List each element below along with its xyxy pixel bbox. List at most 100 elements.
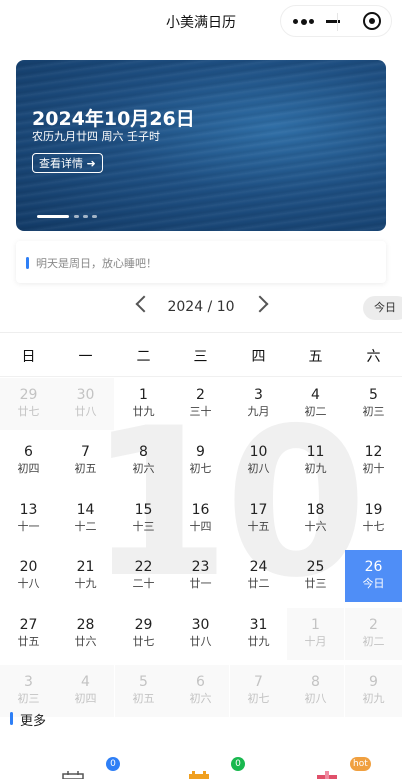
lunar-date: 十四 (189, 520, 212, 533)
calendar-day[interactable]: 24 廿二 (230, 550, 287, 602)
calendar-day[interactable]: 11 初九 (287, 435, 344, 487)
day-number: 4 (81, 674, 90, 690)
weekday-label: 三 (193, 349, 208, 365)
lunar-date: 廿八 (189, 635, 212, 648)
lunar-date: 九月 (247, 405, 270, 418)
calendar-day[interactable]: 10 初八 (230, 435, 287, 487)
calendar-day[interactable]: 30 廿八 (172, 608, 229, 660)
calendar-day[interactable]: 18 十六 (287, 493, 344, 545)
calendar-day[interactable]: 31 廿九 (230, 608, 287, 660)
year-month-label[interactable]: 2024 / 10 (0, 299, 402, 315)
calendar-day[interactable]: 25 廿三 (287, 550, 344, 602)
day-number: 1 (139, 387, 148, 403)
day-number: 11 (306, 444, 325, 460)
calendar-day[interactable]: 15 十三 (115, 493, 172, 545)
calendar-day[interactable]: 6 初六 (172, 665, 229, 717)
day-number: 3 (24, 674, 33, 690)
more-icon[interactable] (293, 18, 314, 25)
day-number: 23 (191, 559, 210, 575)
calendar-day[interactable]: 16 十四 (172, 493, 229, 545)
day-number: 2 (196, 387, 205, 403)
calendar-day[interactable]: 23 廿一 (172, 550, 229, 602)
close-icon[interactable] (363, 12, 381, 30)
calendar-icon (62, 764, 84, 780)
calendar-day[interactable]: 19 十七 (345, 493, 402, 545)
calendar-day[interactable]: 7 初七 (230, 665, 287, 717)
month-navigator: 2024 / 10 今日 (0, 292, 402, 324)
lunar-date: 初四 (17, 462, 40, 475)
lunar-date: 初十 (362, 462, 385, 475)
day-number: 29 (19, 387, 38, 403)
calendar-day[interactable]: 9 初九 (345, 665, 402, 717)
tool-item-2[interactable]: 0 (188, 748, 248, 779)
date-banner[interactable]: 2024年10月26日 农历九月廿四 周六 壬子时 查看详情 ➜ (16, 60, 386, 231)
section-accent-bar (10, 712, 13, 725)
calendar-day[interactable]: 2 三十 (172, 378, 229, 430)
weekday-header: 日 一 二 三 四 五 六 (0, 346, 402, 366)
calendar-day[interactable]: 4 初四 (57, 665, 114, 717)
divider (0, 376, 402, 377)
notice-card: 明天是周日，放心睡吧！ (16, 241, 386, 283)
day-number: 24 (249, 559, 268, 575)
calendar-day[interactable]: 29 廿七 (115, 608, 172, 660)
day-number: 2 (369, 617, 378, 633)
weekday-label: 一 (78, 349, 93, 365)
calendar-day[interactable]: 2 初二 (345, 608, 402, 660)
calendar-day[interactable]: 14 十二 (57, 493, 114, 545)
day-number: 6 (24, 444, 33, 460)
calendar-day[interactable]: 21 十九 (57, 550, 114, 602)
calendar-day[interactable]: 5 初五 (115, 665, 172, 717)
calendar-day-today[interactable]: 26 今日 (345, 550, 402, 602)
lunar-date: 初二 (362, 635, 385, 648)
calendar-day[interactable]: 8 初八 (287, 665, 344, 717)
lunar-date: 十七 (362, 520, 385, 533)
tool-item-3[interactable]: hot (316, 748, 376, 779)
calendar-day[interactable]: 1 十月 (287, 608, 344, 660)
lunar-date: 廿二 (247, 577, 270, 590)
weekday-label: 日 (21, 349, 36, 365)
lunar-date: 初九 (362, 692, 385, 705)
tool-badge: hot (350, 757, 371, 771)
carousel-dot (83, 215, 88, 218)
capsule-divider (337, 13, 338, 31)
today-button[interactable]: 今日 (363, 296, 402, 320)
gift-icon (316, 764, 338, 779)
day-number: 22 (134, 559, 153, 575)
calendar-day[interactable]: 5 初三 (345, 378, 402, 430)
view-details-button[interactable]: 查看详情 ➜ (32, 153, 103, 173)
lunar-date: 初九 (304, 462, 327, 475)
calendar-day[interactable]: 27 廿五 (0, 608, 57, 660)
lunar-date: 初五 (132, 692, 155, 705)
day-number: 15 (134, 502, 153, 518)
calendar-day[interactable]: 6 初四 (0, 435, 57, 487)
calendar-day[interactable]: 28 廿六 (57, 608, 114, 660)
day-number: 17 (249, 502, 268, 518)
lunar-date: 初六 (132, 462, 155, 475)
tool-item-1[interactable]: 0 (62, 748, 122, 780)
day-number: 20 (19, 559, 38, 575)
day-number: 8 (311, 674, 320, 690)
lunar-date: 廿六 (74, 635, 97, 648)
day-number: 30 (191, 617, 210, 633)
calendar-grid: 29 廿七 30 廿八 1 廿九 2 三十 3 九月 4 初二 5 初三 6 初四 7 初五 8 初六 9 初七 10 初八 1… (0, 378, 402, 717)
calendar-day[interactable]: 4 初二 (287, 378, 344, 430)
day-number: 19 (364, 502, 383, 518)
calendar-day[interactable]: 7 初五 (57, 435, 114, 487)
calendar-day[interactable]: 17 十五 (230, 493, 287, 545)
calendar-day[interactable]: 13 十一 (0, 493, 57, 545)
day-number: 3 (254, 387, 263, 403)
day-number: 29 (134, 617, 153, 633)
calendar-day[interactable]: 20 十八 (0, 550, 57, 602)
day-number: 26 (364, 559, 383, 575)
calendar-day[interactable]: 8 初六 (115, 435, 172, 487)
calendar-day[interactable]: 9 初七 (172, 435, 229, 487)
calendar-day[interactable]: 22 二十 (115, 550, 172, 602)
lunar-date: 廿一 (189, 577, 212, 590)
calendar-day[interactable]: 3 九月 (230, 378, 287, 430)
calendar-day[interactable]: 1 廿九 (115, 378, 172, 430)
calendar-day[interactable]: 30 廿八 (57, 378, 114, 430)
lunar-date: 初六 (189, 692, 212, 705)
mini-program-capsule (280, 5, 392, 37)
calendar-day[interactable]: 29 廿七 (0, 378, 57, 430)
calendar-day[interactable]: 12 初十 (345, 435, 402, 487)
